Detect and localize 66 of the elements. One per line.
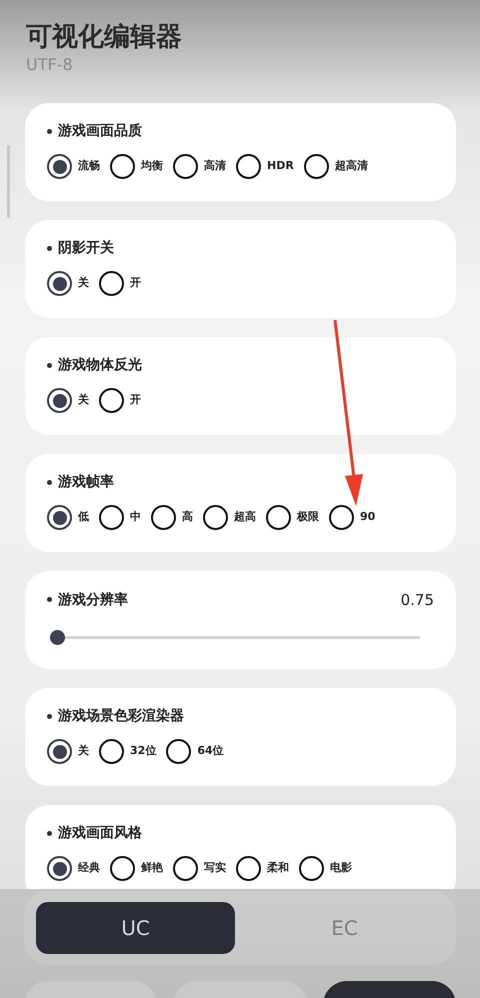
radio-button[interactable] bbox=[47, 388, 72, 413]
option-label: 高清 bbox=[204, 158, 226, 174]
option-label: 高 bbox=[182, 509, 193, 526]
radio-button[interactable] bbox=[47, 505, 72, 530]
option-label: 关 bbox=[78, 275, 89, 292]
page-title: 可视化编辑器 bbox=[26, 22, 183, 54]
option-label: HDR bbox=[267, 158, 294, 174]
bullet-icon bbox=[47, 362, 52, 368]
radio-button[interactable] bbox=[266, 505, 291, 530]
option-label: 开 bbox=[130, 275, 141, 292]
bullet-icon bbox=[47, 714, 52, 719]
radio-button[interactable] bbox=[236, 856, 261, 881]
option-label: 开 bbox=[130, 392, 141, 408]
slider-thumb[interactable] bbox=[50, 630, 65, 644]
radio-button[interactable] bbox=[47, 739, 72, 764]
segment-tab[interactable]: UC bbox=[36, 902, 235, 954]
radio-button[interactable] bbox=[99, 388, 124, 413]
bullet-icon bbox=[47, 830, 52, 836]
setting-label: 阴影开关 bbox=[58, 240, 114, 256]
option-label: 64位 bbox=[197, 743, 224, 760]
option-label: 柔和 bbox=[267, 860, 289, 876]
option-label: 超高 bbox=[234, 509, 256, 526]
option-label: 超高清 bbox=[334, 158, 368, 174]
option-label: 低 bbox=[78, 509, 89, 526]
slider-value: 0.75 bbox=[400, 590, 434, 611]
setting-label: 游戏场景色彩渲染器 bbox=[58, 708, 184, 724]
setting-label: 游戏画面风格 bbox=[58, 825, 142, 841]
bullet-icon bbox=[47, 480, 52, 485]
option-label: 中 bbox=[130, 509, 141, 526]
radio-button[interactable] bbox=[304, 154, 329, 179]
option-label: 鲜艳 bbox=[141, 860, 163, 876]
option-label: 电影 bbox=[330, 860, 352, 876]
radio-button[interactable] bbox=[173, 856, 198, 881]
radio-button[interactable] bbox=[299, 856, 324, 881]
option-label: 极限 bbox=[297, 509, 319, 526]
radio-button[interactable] bbox=[203, 505, 228, 530]
option-label: 流畅 bbox=[78, 158, 100, 174]
setting-label: 游戏帧率 bbox=[58, 474, 114, 490]
encoding-label: UTF-8 bbox=[26, 54, 74, 76]
radio-button[interactable] bbox=[173, 154, 198, 179]
bullet-icon bbox=[47, 128, 52, 134]
option-label: 32位 bbox=[130, 743, 156, 760]
radio-button[interactable] bbox=[47, 154, 72, 179]
radio-button[interactable] bbox=[99, 271, 124, 296]
option-label: 90 bbox=[360, 509, 376, 526]
radio-button[interactable] bbox=[47, 856, 72, 881]
radio-button[interactable] bbox=[166, 739, 192, 764]
radio-button[interactable] bbox=[329, 505, 354, 530]
radio-button[interactable] bbox=[110, 856, 135, 881]
setting-label: 游戏画面品质 bbox=[58, 123, 142, 139]
radio-button[interactable] bbox=[99, 739, 124, 764]
setting-label: 游戏分辨率 bbox=[58, 592, 128, 608]
option-label: 关 bbox=[78, 392, 89, 408]
option-label: 写实 bbox=[204, 860, 226, 876]
scrollbar[interactable] bbox=[7, 145, 10, 218]
bullet-icon bbox=[47, 246, 52, 251]
radio-button[interactable] bbox=[99, 505, 124, 530]
option-label: 关 bbox=[78, 743, 89, 760]
radio-button[interactable] bbox=[236, 154, 261, 179]
setting-label: 游戏物体反光 bbox=[58, 357, 142, 373]
radio-button[interactable] bbox=[47, 271, 72, 296]
option-label: 经典 bbox=[78, 860, 100, 876]
radio-button[interactable] bbox=[151, 505, 176, 530]
option-label: 均衡 bbox=[141, 158, 163, 174]
radio-button[interactable] bbox=[110, 154, 135, 179]
bullet-icon bbox=[47, 597, 52, 602]
